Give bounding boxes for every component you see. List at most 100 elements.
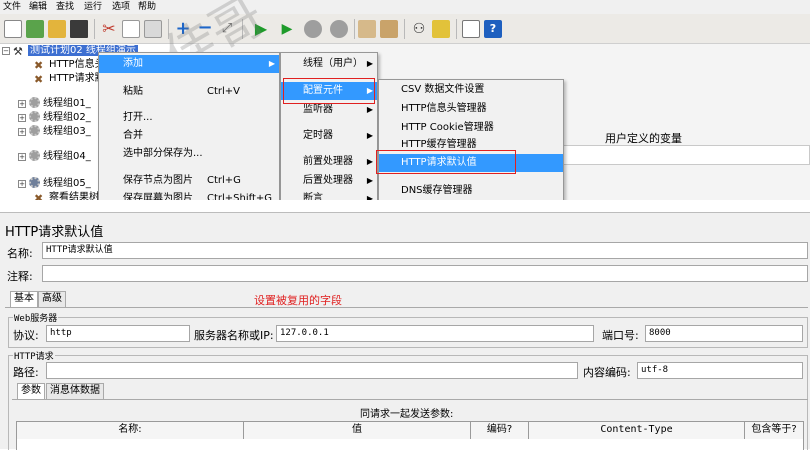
menu-item-pre-processor[interactable]: 前置处理器 ▶ <box>281 153 377 171</box>
tree-item[interactable]: + 线程组01_ <box>18 97 91 111</box>
clear-all-icon[interactable] <box>380 20 398 38</box>
tab-basic[interactable]: 基本 <box>10 291 38 307</box>
menu-file[interactable]: 文件 <box>3 0 21 14</box>
expand-toggle-icon[interactable]: + <box>18 180 26 188</box>
gear-icon <box>29 97 40 108</box>
tree-item[interactable]: + 线程组04_ <box>18 150 91 164</box>
copy-icon[interactable] <box>122 20 140 38</box>
protocol-field[interactable]: http <box>46 325 190 342</box>
server-field[interactable]: 127.0.0.1 <box>276 325 594 342</box>
panel-title: HTTP请求默认值 <box>5 225 104 240</box>
path-field[interactable] <box>46 362 578 379</box>
name-label: 名称: <box>7 247 33 260</box>
column-header-content-type[interactable]: Content-Type <box>529 422 745 439</box>
listener-icon: ✖ <box>34 192 44 201</box>
stop-icon[interactable] <box>304 20 322 38</box>
jmeter-tree-screenshot: 文件 编辑 查找 运行 选项 帮助 ✂ + − ⤢ ▶ ▶ ⚇ ? − ⚒ 测试… <box>0 0 810 200</box>
wrench-icon: ✖ <box>34 73 44 86</box>
menu-help[interactable]: 帮助 <box>138 0 156 14</box>
server-label: 服务器名称或IP: <box>194 329 274 342</box>
menu-item-threads[interactable]: 线程（用户） ▶ <box>281 55 377 73</box>
open-icon[interactable] <box>48 20 66 38</box>
expand-toggle-icon[interactable]: + <box>18 114 26 122</box>
gear-icon <box>29 111 40 122</box>
menu-item-save-node-image[interactable]: 保存节点为图片 Ctrl+G <box>99 172 279 190</box>
name-field[interactable]: HTTP请求默认值 <box>42 242 808 259</box>
expand-toggle-icon[interactable]: + <box>18 100 26 108</box>
http-request-group-label: HTTP请求 <box>13 349 55 362</box>
tree-item[interactable]: + 线程组02_ <box>18 111 91 125</box>
submenu-config-elements: CSV 数据文件设置 HTTP信息头管理器 HTTP Cookie管理器 HTT… <box>378 79 564 200</box>
testplan-icon: ⚒ <box>13 45 23 58</box>
encoding-label: 内容编码: <box>583 366 631 379</box>
tree-item[interactable]: + 线程组03_ <box>18 125 91 139</box>
help-icon[interactable]: ? <box>484 20 502 38</box>
tab-body-data[interactable]: 消息体数据 <box>46 383 104 399</box>
menu-bar: 文件 编辑 查找 运行 选项 帮助 <box>0 0 810 14</box>
menu-item-csv-data-set[interactable]: CSV 数据文件设置 <box>379 81 563 99</box>
menu-item-merge[interactable]: 合并 <box>99 127 279 145</box>
annotation-text: 设置被复用的字段 <box>254 294 342 307</box>
port-field[interactable]: 8000 <box>645 325 803 342</box>
start-no-pause-icon[interactable]: ▶ <box>278 20 296 38</box>
save-icon[interactable] <box>70 20 88 38</box>
context-menu: 添加 ▶ 粘贴 Ctrl+V 打开... 合并 选中部分保存为... 保存节点为图片… <box>98 52 280 200</box>
menu-item-save-screen-image[interactable]: 保存屏幕为图片 Ctrl+Shift+G <box>99 190 279 200</box>
reset-search-icon[interactable] <box>432 20 450 38</box>
column-header-name[interactable]: 名称: <box>17 422 244 439</box>
protocol-label: 协议: <box>13 329 39 342</box>
comment-field[interactable] <box>42 265 808 282</box>
cut-icon[interactable]: ✂ <box>100 20 118 38</box>
search-icon[interactable]: ⚇ <box>410 20 428 38</box>
menu-item-post-processor[interactable]: 后置处理器 ▶ <box>281 172 377 190</box>
encoding-field[interactable]: utf-8 <box>637 362 803 379</box>
toolbar: ✂ + − ⤢ ▶ ▶ ⚇ ? <box>0 14 810 44</box>
menu-item-timer[interactable]: 定时器 ▶ <box>281 127 377 145</box>
submenu-add: 线程（用户） ▶ 配置元件 ▶ 监听器 ▶ 定时器 ▶ 前置处理器 ▶ 后置处理器 ▶ 断言… <box>280 52 378 200</box>
column-header-include-equals[interactable]: 包含等于? <box>745 422 803 439</box>
path-label: 路径: <box>13 366 39 379</box>
templates-icon[interactable] <box>26 20 44 38</box>
menu-item-assertion[interactable]: 断言 ▶ <box>281 190 377 200</box>
menu-item-cookie-manager[interactable]: HTTP Cookie管理器 <box>379 119 563 137</box>
chevron-right-icon: ▶ <box>268 59 275 68</box>
tree-item[interactable]: ✖ HTTP请求默 <box>34 72 105 86</box>
highlight-box-config-element <box>283 78 375 104</box>
column-header-encode[interactable]: 编码? <box>471 422 529 439</box>
clear-icon[interactable] <box>358 20 376 38</box>
expand-toggle-icon[interactable]: + <box>18 128 26 136</box>
tree-item[interactable]: ✖ 察看结果树 <box>34 191 99 200</box>
wrench-icon: ✖ <box>34 59 44 72</box>
new-icon[interactable] <box>4 20 22 38</box>
http-request-defaults-panel: HTTP请求默认值 名称: HTTP请求默认值 注释: 基本 高级 设置被复用的… <box>0 212 810 450</box>
menu-item-add[interactable]: 添加 ▶ <box>99 55 279 73</box>
menu-edit[interactable]: 编辑 <box>29 0 47 14</box>
gear-icon <box>29 125 40 136</box>
menu-options[interactable]: 选项 <box>112 0 130 14</box>
function-helper-icon[interactable] <box>462 20 480 38</box>
gear-icon <box>29 177 40 188</box>
tree-item[interactable]: + 线程组05_ <box>18 177 91 191</box>
tree-item[interactable]: ✖ HTTP信息头 <box>34 58 105 72</box>
menu-item-save-selection[interactable]: 选中部分保存为... <box>99 145 279 163</box>
comment-label: 注释: <box>7 270 33 283</box>
expand-toggle-icon[interactable]: + <box>18 153 26 161</box>
menu-run[interactable]: 运行 <box>84 0 102 14</box>
column-header-value[interactable]: 值 <box>244 422 471 439</box>
port-label: 端口号: <box>602 329 639 342</box>
collapse-toggle-icon[interactable]: − <box>2 47 10 55</box>
highlight-box-http-defaults <box>376 150 516 174</box>
shutdown-icon[interactable] <box>330 20 348 38</box>
params-table: 名称: 值 编码? Content-Type 包含等于? <box>16 421 804 450</box>
tab-parameters[interactable]: 参数 <box>17 383 45 399</box>
menu-item-paste[interactable]: 粘贴 Ctrl+V <box>99 83 279 101</box>
menu-item-dns-cache-manager[interactable]: DNS缓存管理器 <box>379 182 563 200</box>
menu-search[interactable]: 查找 <box>56 0 74 14</box>
menu-item-header-manager[interactable]: HTTP信息头管理器 <box>379 100 563 118</box>
gear-icon <box>29 150 40 161</box>
params-title: 同请求一起发送参数: <box>360 409 454 420</box>
web-server-group-label: Web服务器 <box>13 311 59 324</box>
user-vars-title: 用户定义的变量 <box>605 132 682 145</box>
tab-advanced[interactable]: 高级 <box>38 291 66 307</box>
menu-item-open[interactable]: 打开... <box>99 109 279 127</box>
